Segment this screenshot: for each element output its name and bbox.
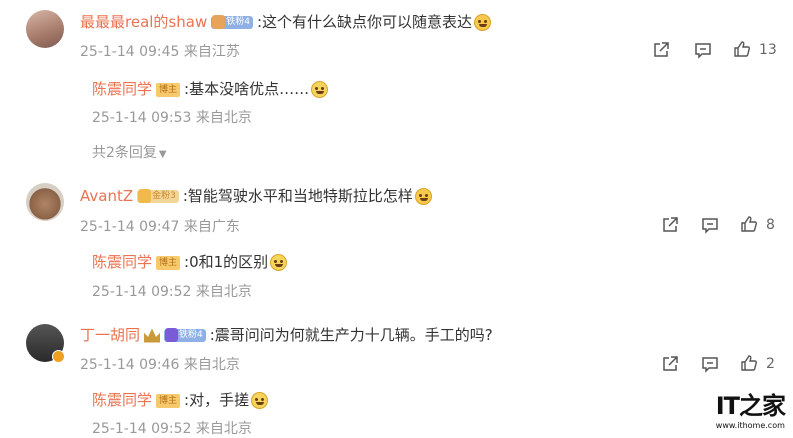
comment-icon[interactable] bbox=[694, 41, 712, 59]
reply-username[interactable]: 陈震同学 bbox=[92, 391, 152, 409]
laugh-cry-emoji-icon bbox=[311, 81, 329, 98]
verified-badge-icon bbox=[52, 350, 65, 363]
reply-meta: 25-1-14 09:53 来自北京 bbox=[92, 110, 252, 126]
more-replies-link[interactable]: 共2条回复 ▼ bbox=[92, 142, 167, 162]
reply-text: :基本没啥优点…… bbox=[184, 80, 310, 98]
cat-grin-emoji-icon bbox=[474, 14, 492, 31]
comment-header: 丁一胡同 铁粉4 :震哥问问为何就生产力十几辆。手工的吗? bbox=[80, 324, 493, 345]
reply-username[interactable]: 陈震同学 bbox=[92, 80, 152, 98]
ithome-watermark: IT之家 www.ithome.com bbox=[715, 386, 786, 430]
comment-header: 最最最real的shaw 铁粉4 :这个有什么缺点你可以随意表达 bbox=[80, 11, 492, 32]
comment-meta: 25-1-14 09:45 来自江苏 bbox=[80, 44, 240, 60]
reply-username[interactable]: 陈震同学 bbox=[92, 253, 152, 271]
like-count: 2 bbox=[766, 356, 775, 372]
avatar[interactable] bbox=[26, 183, 64, 221]
blogger-badge: 博主 bbox=[156, 255, 181, 270]
more-replies-label: 共2条回复 bbox=[92, 145, 157, 161]
comment-icon[interactable] bbox=[701, 355, 719, 373]
fan-badge-label: 金粉3 bbox=[152, 191, 176, 201]
avatar[interactable] bbox=[26, 10, 64, 48]
fan-badge-label: 铁粉4 bbox=[179, 330, 203, 340]
share-icon[interactable] bbox=[661, 216, 679, 234]
caret-down-icon: ▼ bbox=[158, 149, 167, 160]
reply-meta: 25-1-14 09:52 来自北京 bbox=[92, 421, 252, 437]
comment-text: :这个有什么缺点你可以随意表达 bbox=[256, 13, 473, 31]
reply-header: 陈震同学 博主:基本没啥优点…… bbox=[92, 78, 329, 99]
watermark-logo: IT之家 bbox=[715, 392, 786, 420]
blogger-badge: 博主 bbox=[156, 393, 181, 408]
reply-text: :对，手搓 bbox=[184, 391, 250, 409]
like-icon[interactable] bbox=[740, 354, 758, 372]
fan-badge-icon bbox=[212, 15, 226, 29]
comment-icon[interactable] bbox=[701, 216, 719, 234]
like-icon[interactable] bbox=[733, 40, 751, 58]
like-count: 13 bbox=[759, 42, 777, 58]
share-icon[interactable] bbox=[661, 355, 679, 373]
share-icon[interactable] bbox=[652, 41, 670, 59]
comment-username[interactable]: AvantZ bbox=[80, 187, 133, 205]
fan-badge-label: 铁粉4 bbox=[226, 17, 250, 27]
comment-username[interactable]: 最最最real的shaw bbox=[80, 13, 207, 31]
comment-text: :震哥问问为何就生产力十几辆。手工的吗? bbox=[209, 326, 493, 344]
reply-text: :0和1的区别 bbox=[184, 253, 269, 271]
laugh-cry-emoji-icon bbox=[251, 392, 269, 409]
laugh-cry-emoji-icon bbox=[270, 254, 288, 271]
watermark-url: www.ithome.com bbox=[715, 421, 785, 430]
comment-meta: 25-1-14 09:46 来自北京 bbox=[80, 357, 240, 373]
reply-header: 陈震同学 博主:对，手搓 bbox=[92, 389, 269, 410]
fan-badge-icon bbox=[138, 189, 152, 203]
reply-header: 陈震同学 博主:0和1的区别 bbox=[92, 251, 288, 272]
crown-icon bbox=[144, 328, 161, 343]
fan-badge: 金粉3 bbox=[137, 189, 179, 203]
cat-grin-emoji-icon bbox=[414, 188, 432, 205]
like-icon[interactable] bbox=[740, 215, 758, 233]
like-count: 8 bbox=[766, 217, 775, 233]
blogger-badge: 博主 bbox=[156, 82, 181, 97]
comment-text: :智能驾驶水平和当地特斯拉比怎样 bbox=[182, 187, 413, 205]
fan-badge: 铁粉4 bbox=[211, 15, 253, 29]
reply-meta: 25-1-14 09:52 来自北京 bbox=[92, 284, 252, 300]
fan-badge: 铁粉4 bbox=[164, 328, 206, 342]
comment-meta: 25-1-14 09:47 来自广东 bbox=[80, 219, 240, 235]
comment-username[interactable]: 丁一胡同 bbox=[80, 326, 140, 344]
fan-badge-icon bbox=[165, 328, 179, 342]
comment-header: AvantZ 金粉3 :智能驾驶水平和当地特斯拉比怎样 bbox=[80, 185, 432, 206]
